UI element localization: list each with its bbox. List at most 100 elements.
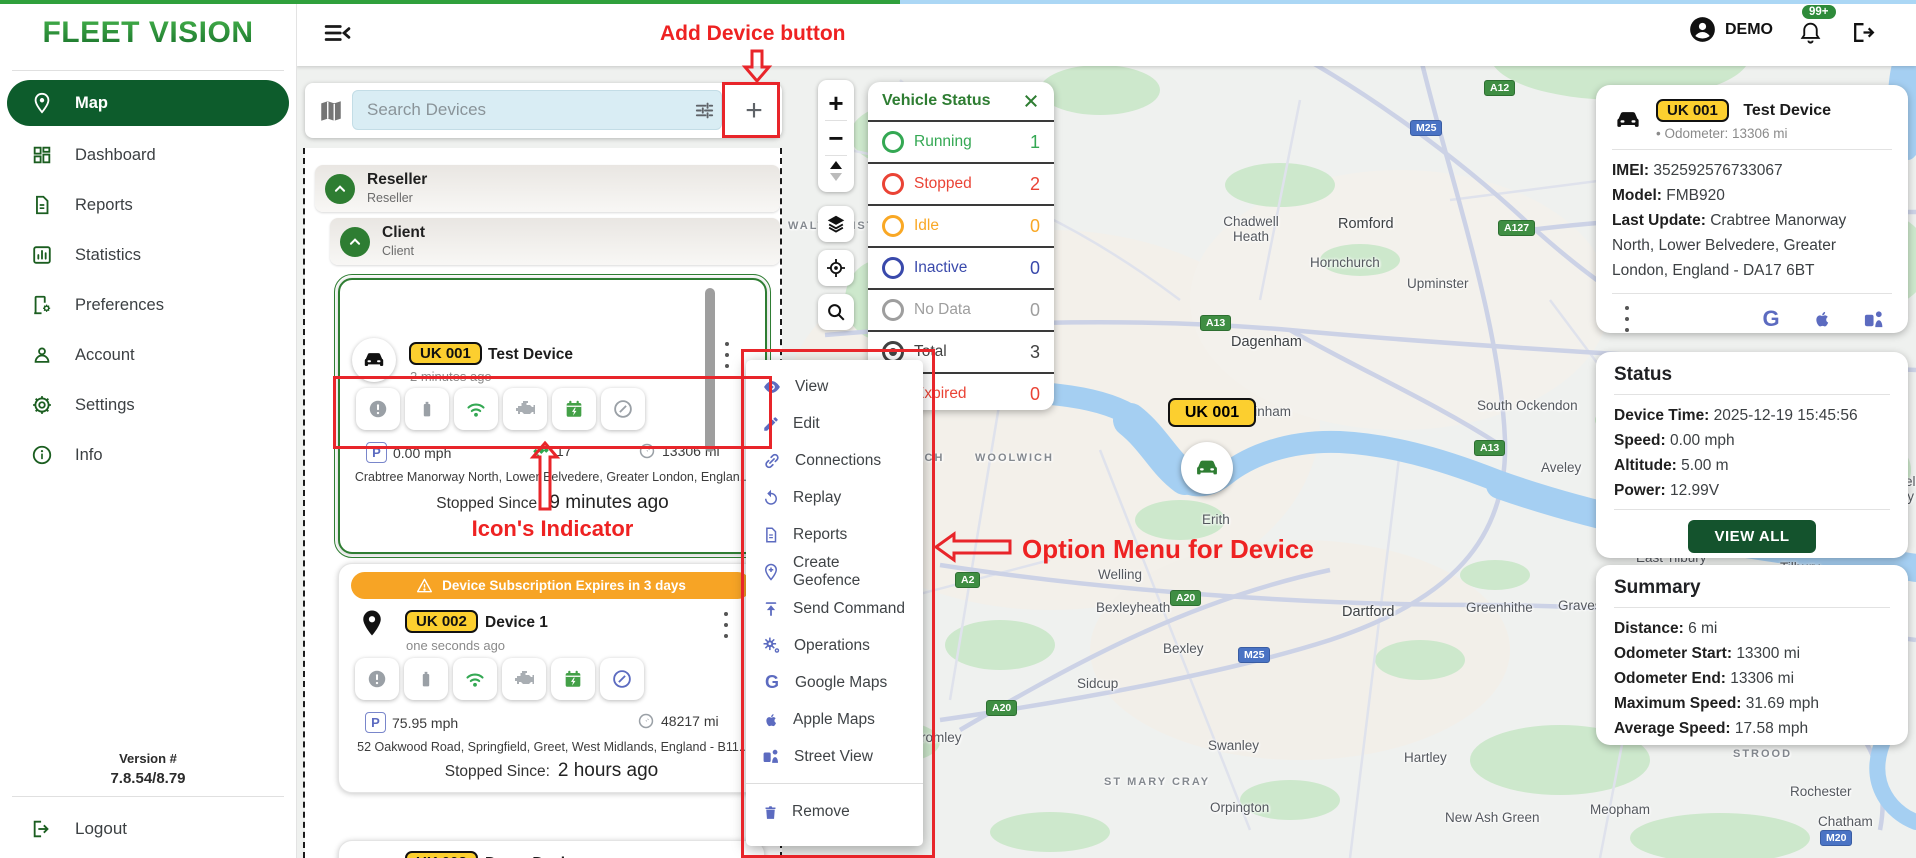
summary-field-label: Odometer End: (1614, 670, 1726, 687)
sidebar-collapse-button[interactable] (322, 20, 352, 46)
document-icon (31, 194, 53, 216)
engine-indicator-icon[interactable] (502, 658, 546, 700)
status-row-nodata[interactable]: No Data0 (868, 288, 1054, 330)
subscription-banner: Device Subscription Expires in 3 days (351, 572, 751, 599)
model-value: FMB920 (1666, 187, 1725, 204)
status-label: Stopped (914, 175, 972, 193)
version-value: 7.8.54/8.79 (0, 770, 296, 787)
group-client[interactable]: ClientClient (330, 218, 780, 265)
wifi-indicator-icon[interactable] (453, 658, 497, 700)
summary-card: Summary Distance: 6 mi Odometer Start: 1… (1596, 565, 1908, 745)
detail-plate: UK 001 (1656, 99, 1729, 122)
road-badge: A20 (986, 700, 1017, 716)
sidebar-item-settings[interactable]: Settings (7, 382, 289, 428)
status-title: Status (1614, 364, 1890, 386)
street-view-button[interactable] (1863, 308, 1886, 331)
sidebar-item-statistics[interactable]: Statistics (7, 232, 289, 278)
search-card: + (305, 83, 782, 138)
zoom-out-button[interactable]: − (828, 125, 843, 151)
sidebar-item-label: Reports (75, 196, 133, 215)
sidebar-item-account[interactable]: Account (7, 332, 289, 378)
chevron-up-icon[interactable] (325, 174, 355, 204)
map-place-label: Dartford (1342, 604, 1394, 620)
map-place-label: Chadwell Heath (1212, 214, 1290, 244)
odometer-icon (637, 712, 655, 730)
annotation-arrow-down (738, 48, 776, 84)
nodata-ring-icon (882, 299, 904, 321)
summary-field-label: Maximum Speed: (1614, 695, 1741, 712)
map-place-label: Sidcup (1077, 676, 1118, 691)
road-badge: A127 (1498, 220, 1535, 236)
sidebar-item-reports[interactable]: Reports (7, 182, 289, 228)
summary-field-value: 13306 mi (1730, 670, 1794, 687)
sidebar-item-label: Map (75, 94, 108, 113)
progress-strip-left (0, 0, 900, 4)
annotation-box-add-device (722, 82, 780, 138)
sidebar-item-dashboard[interactable]: Dashboard (7, 132, 289, 178)
summary-field-value: 31.69 mph (1746, 695, 1819, 712)
idle-ring-icon (882, 215, 904, 237)
notification-badge: 99+ (1802, 5, 1836, 19)
speed-indicator-icon[interactable] (600, 658, 644, 700)
apple-maps-button[interactable] (1811, 308, 1833, 330)
device-options-button[interactable] (717, 610, 735, 640)
chevron-up-icon[interactable] (340, 227, 370, 257)
summary-field-value: 17.58 mph (1735, 720, 1808, 737)
device-card-uk002[interactable]: Device Subscription Expires in 3 days UK… (338, 563, 765, 793)
status-label: Inactive (914, 259, 967, 277)
locate-button[interactable] (818, 250, 854, 286)
view-all-button[interactable]: VIEW ALL (1688, 520, 1816, 553)
close-icon[interactable] (1022, 92, 1040, 110)
status-row-inactive[interactable]: Inactive0 (868, 246, 1054, 288)
group-reseller[interactable]: Reseller Reseller (315, 165, 780, 212)
map-marker-vehicle[interactable] (1181, 442, 1233, 494)
device-card-uk003[interactable]: UK 003 Demo Device (338, 840, 765, 858)
annotation-box-menu (741, 349, 935, 858)
sidebar-item-info[interactable]: Info (7, 432, 289, 478)
status-row-stopped[interactable]: Stopped2 (868, 162, 1054, 204)
status-label: Idle (914, 217, 939, 235)
device-options-button[interactable] (718, 340, 736, 370)
topbar-logout-button[interactable] (1850, 20, 1877, 45)
group-name: Reseller (367, 171, 427, 188)
sidebar (0, 0, 297, 858)
imei-value: 352592576733067 (1653, 162, 1782, 179)
summary-field-label: Distance: (1614, 620, 1684, 637)
battery-indicator-icon[interactable] (404, 658, 448, 700)
road-badge: A13 (1200, 315, 1231, 331)
banner-text: Device Subscription Expires in 3 days (442, 578, 686, 593)
status-row-idle[interactable]: Idle0 (868, 204, 1054, 246)
map-marker-plate[interactable]: UK 001 (1168, 398, 1256, 427)
tilt-control[interactable] (828, 160, 844, 182)
zoom-in-button[interactable]: + (828, 90, 843, 116)
user-menu[interactable]: DEMO (1689, 16, 1773, 43)
filter-tune-icon[interactable] (693, 99, 716, 122)
summary-field-label: Odometer Start: (1614, 645, 1732, 662)
sidebar-logout[interactable]: Logout (7, 806, 289, 852)
model-label: Model: (1612, 187, 1662, 204)
map-place-label: Orpington (1210, 800, 1269, 815)
stopped-ring-icon (882, 173, 904, 195)
panel-dashed-border-left (303, 148, 305, 858)
status-row-running[interactable]: Running1 (868, 120, 1054, 162)
layers-button[interactable] (818, 206, 854, 242)
google-maps-button[interactable]: G (1761, 306, 1781, 332)
detail-options-button[interactable] (1618, 304, 1636, 334)
progress-strip-right (900, 0, 1916, 4)
info-icon (31, 444, 53, 466)
sidebar-item-label: Dashboard (75, 146, 156, 165)
map-place-label: Meopham (1590, 802, 1650, 817)
road-badge: M20 (1820, 830, 1852, 846)
map-place-label: Greenhithe (1466, 600, 1533, 615)
map-fold-icon[interactable] (318, 98, 344, 124)
map-place-label: Dagenham (1231, 334, 1302, 350)
alert-indicator-icon[interactable] (355, 658, 399, 700)
sidebar-item-preferences[interactable]: Preferences (7, 282, 289, 328)
sidebar-item-map[interactable]: Map (7, 80, 289, 126)
map-search-button[interactable] (818, 294, 854, 330)
bell-icon (1798, 20, 1823, 45)
group-subtitle: Reseller (367, 191, 413, 205)
subscription-calendar-icon[interactable] (551, 658, 595, 700)
search-input[interactable] (352, 90, 722, 130)
notifications-button[interactable] (1798, 20, 1823, 45)
